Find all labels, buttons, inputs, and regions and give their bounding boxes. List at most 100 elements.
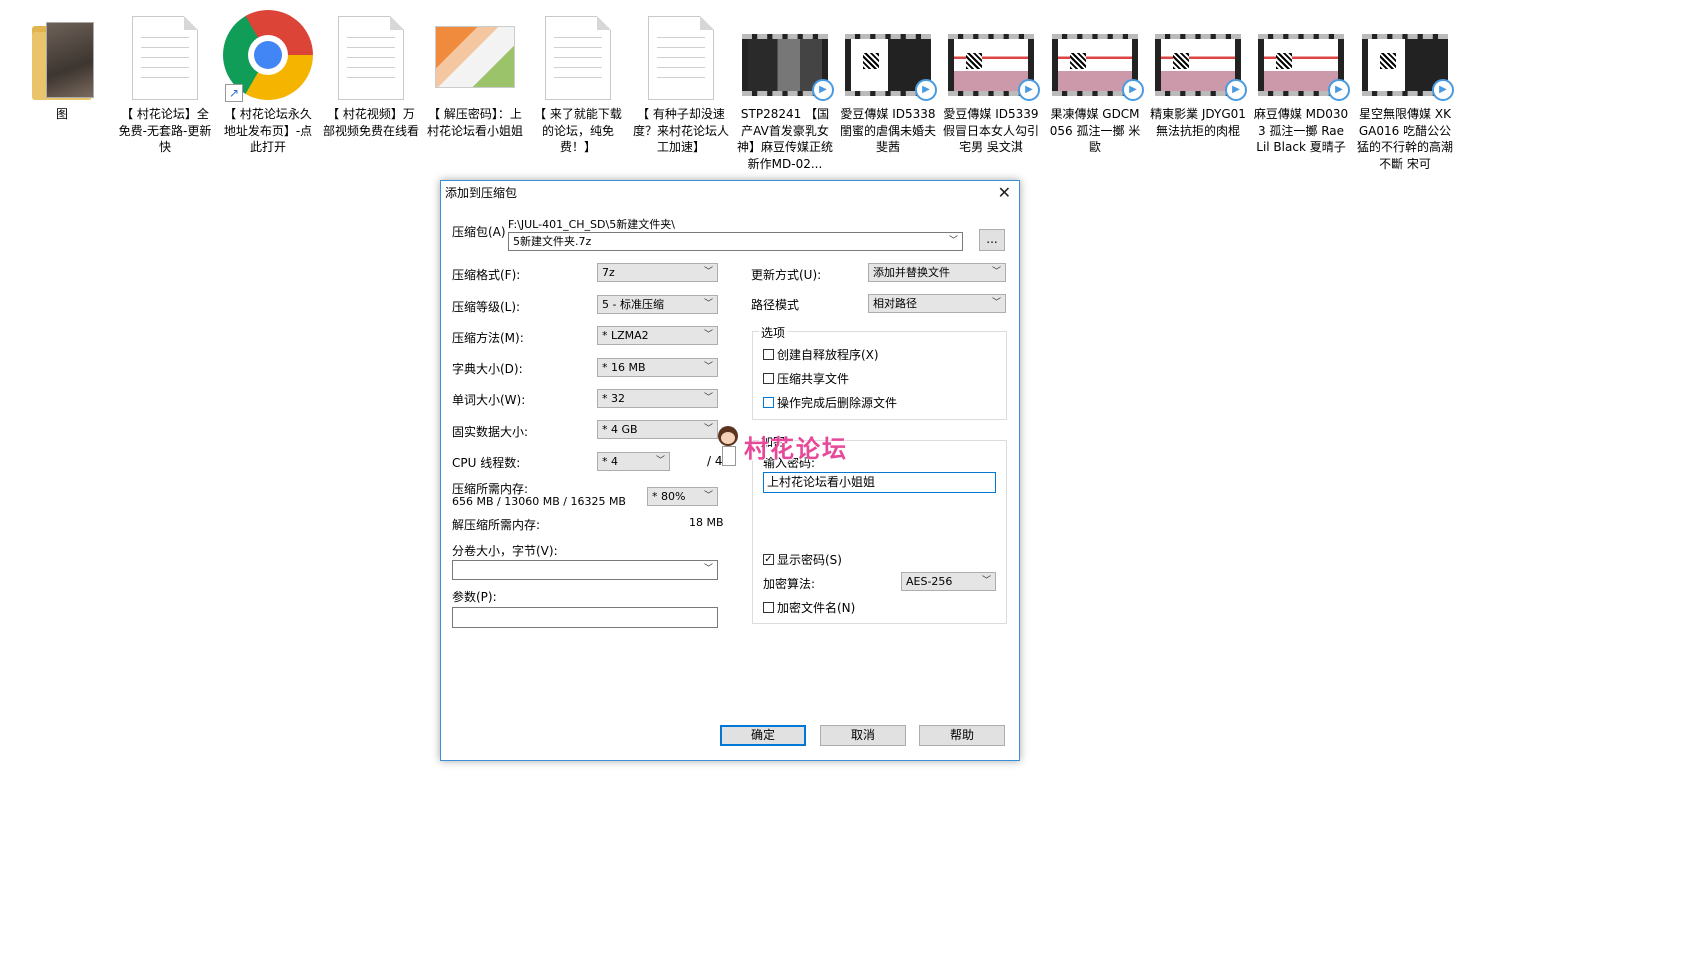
desktop-icon-folder[interactable]: 图: [12, 6, 112, 123]
dialog-titlebar[interactable]: 添加到压缩包: [441, 181, 1019, 203]
delete-source-checkbox[interactable]: 操作完成后删除源文件: [763, 394, 897, 411]
desktop-icon-label: 图: [55, 107, 68, 121]
desktop-icon-label: 【 村花视频】万部视频免费在线看: [323, 107, 420, 138]
encrypt-names-checkbox[interactable]: 加密文件名(N): [763, 599, 855, 616]
desktop-icon-doc[interactable]: 【 村花视频】万部视频免费在线看: [321, 6, 421, 139]
desktop-icon-video[interactable]: ▶ 果凍傳媒 GDCM056 孤注一擲 米歐: [1045, 6, 1145, 156]
encrypt-names-label: 加密文件名(N): [777, 601, 856, 615]
document-icon: [545, 16, 611, 100]
ok-button[interactable]: 确定: [720, 725, 806, 746]
password-input[interactable]: 上村花论坛看小姐姐: [763, 472, 996, 493]
chevron-down-icon: ﹀: [703, 424, 713, 434]
desktop-icon-video[interactable]: ▶ 麻豆傳媒 MD0303 孤注一擲 Rae Lil Black 夏晴子: [1251, 6, 1351, 156]
split-label: 分卷大小，字节(V):: [452, 544, 558, 558]
level-select[interactable]: 5 - 标准压缩 ﹀: [597, 295, 718, 314]
cpu-label: CPU 线程数:: [452, 456, 521, 470]
enc-method-label: 加密算法:: [763, 577, 816, 591]
chevron-down-icon: ﹀: [703, 564, 713, 574]
word-label: 单词大小(W):: [452, 393, 526, 407]
checkbox-box: [763, 602, 774, 613]
checkbox-box: ✓: [763, 554, 774, 565]
desktop-icon-doc[interactable]: 【 来了就能下载的论坛，纯免费！】: [528, 6, 628, 156]
chevron-down-icon: ﹀: [703, 267, 713, 277]
desktop-icon-label: STP28241 【国产AV首发豪乳女神】麻豆传媒正统新作MD-02...: [737, 107, 834, 171]
show-password-checkbox[interactable]: ✓ 显示密码(S): [763, 551, 842, 568]
update-value: 添加并替换文件: [873, 266, 950, 279]
desktop-icon-video[interactable]: ▶ 精東影業 JDYG01 無法抗拒的肉棍: [1148, 6, 1248, 139]
play-icon: ▶: [1432, 79, 1454, 101]
archive-name-value: 5新建文件夹.7z: [513, 235, 592, 248]
dict-value: * 16 MB: [602, 361, 646, 374]
play-icon: ▶: [1122, 79, 1144, 101]
video-thumbnail-icon: ▶: [742, 34, 834, 101]
update-select[interactable]: 添加并替换文件 ﹀: [868, 263, 1006, 282]
play-icon: ▶: [915, 79, 937, 101]
mem-percent-value: * 80%: [652, 490, 686, 503]
archive-label: 压缩包(A): [452, 225, 506, 239]
chevron-down-icon: ﹀: [948, 236, 958, 246]
desktop-icon-video[interactable]: ▶ 愛豆傳媒 ID5338 閨蜜的虐偶未婚夫 斐茜: [838, 6, 938, 156]
desktop-icon-label: 精東影業 JDYG01 無法抗拒的肉棍: [1150, 107, 1246, 138]
chevron-down-icon: ﹀: [703, 299, 713, 309]
document-icon: [132, 16, 198, 100]
desktop-icon-video[interactable]: ▶ 愛豆傳媒 ID5339 假冒日本女人勾引宅男 吳文淇: [941, 6, 1041, 156]
params-label: 参数(P):: [452, 590, 497, 604]
document-icon: [648, 16, 714, 100]
word-select[interactable]: * 32 ﹀: [597, 389, 718, 408]
solid-value: * 4 GB: [602, 423, 638, 436]
format-value: 7z: [602, 266, 615, 279]
method-value: * LZMA2: [602, 329, 649, 342]
play-icon: ▶: [1328, 79, 1350, 101]
help-button[interactable]: 帮助: [919, 725, 1005, 746]
dict-label: 字典大小(D):: [452, 362, 523, 376]
paint-image-icon: [435, 26, 515, 88]
split-size-combo[interactable]: ﹀: [452, 560, 718, 580]
desktop-icon-label: 麻豆傳媒 MD0303 孤注一擲 Rae Lil Black 夏晴子: [1253, 107, 1349, 154]
solid-label: 固实数据大小:: [452, 425, 529, 439]
cpu-select[interactable]: * 4 ﹀: [597, 452, 670, 471]
shortcut-arrow-icon: ↗: [225, 84, 243, 102]
browse-button[interactable]: ...: [979, 229, 1005, 251]
desktop-icon-doc[interactable]: 【 有种子却没速度？来村花论坛人工加速】: [631, 6, 731, 156]
archive-name-combo[interactable]: 5新建文件夹.7z ﹀: [508, 232, 963, 251]
play-icon: ▶: [1225, 79, 1247, 101]
enc-method-value: AES-256: [906, 575, 953, 588]
solid-select[interactable]: * 4 GB ﹀: [597, 420, 718, 439]
desktop-icon-label: 星空無限傳媒 XKGA016 吃醋公公猛的不行幹的高潮不斷 宋可: [1357, 107, 1454, 171]
shared-checkbox[interactable]: 压缩共享文件: [763, 370, 849, 387]
folder-icon: [32, 22, 94, 100]
chevron-down-icon: ﹀: [703, 362, 713, 372]
checkbox-box: [763, 397, 774, 408]
cancel-button[interactable]: 取消: [820, 725, 906, 746]
format-label: 压缩格式(F):: [452, 268, 521, 282]
add-to-archive-dialog: 添加到压缩包 ✕ 压缩包(A) F:\JUL-401_CH_SD\5新建文件夹\…: [440, 180, 1020, 761]
mem-detail: 656 MB / 13060 MB / 16325 MB: [452, 495, 626, 508]
enc-method-select[interactable]: AES-256 ﹀: [901, 572, 996, 591]
chrome-icon: ↗: [223, 10, 313, 102]
dict-select[interactable]: * 16 MB ﹀: [597, 358, 718, 377]
method-select[interactable]: * LZMA2 ﹀: [597, 326, 718, 345]
checkbox-box: [763, 349, 774, 360]
mem-percent-select[interactable]: * 80% ﹀: [647, 487, 718, 506]
close-icon[interactable]: ✕: [998, 183, 1011, 202]
desktop-icon-label: 【 有种子却没速度？来村花论坛人工加速】: [633, 107, 730, 154]
play-icon: ▶: [812, 79, 834, 101]
desktop-icon-video[interactable]: ▶ 星空無限傳媒 XKGA016 吃醋公公猛的不行幹的高潮不斷 宋可: [1355, 6, 1455, 172]
sfx-checkbox[interactable]: 创建自释放程序(X): [763, 346, 879, 363]
desktop-icon-chrome[interactable]: ↗ 【 村花论坛永久地址发布页】-点此打开: [218, 6, 318, 156]
desktop-icon-label: 【 解压密码】：上村花论坛看小姐姐: [427, 107, 524, 138]
desktop-icon-doc[interactable]: 【 村花论坛】全免费-无套路-更新快: [115, 6, 215, 156]
pathmode-select[interactable]: 相对路径 ﹀: [868, 294, 1006, 313]
delete-source-label: 操作完成后删除源文件: [777, 396, 898, 410]
desktop-icon-label: 愛豆傳媒 ID5338 閨蜜的虐偶未婚夫 斐茜: [840, 107, 937, 154]
dialog-title: 添加到压缩包: [445, 185, 518, 200]
sfx-label: 创建自释放程序(X): [777, 348, 879, 362]
desktop-icon-image[interactable]: 【 解压密码】：上村花论坛看小姐姐: [425, 6, 525, 139]
checkbox-box: [763, 373, 774, 384]
cpu-value: * 4: [602, 455, 618, 468]
params-input[interactable]: [452, 607, 718, 628]
desktop-icon-video[interactable]: ▶ STP28241 【国产AV首发豪乳女神】麻豆传媒正统新作MD-02...: [735, 6, 835, 172]
video-thumbnail-icon: ▶: [948, 34, 1040, 101]
format-select[interactable]: 7z ﹀: [597, 263, 718, 282]
desktop-icon-label: 【 村花论坛】全免费-无套路-更新快: [118, 107, 212, 154]
